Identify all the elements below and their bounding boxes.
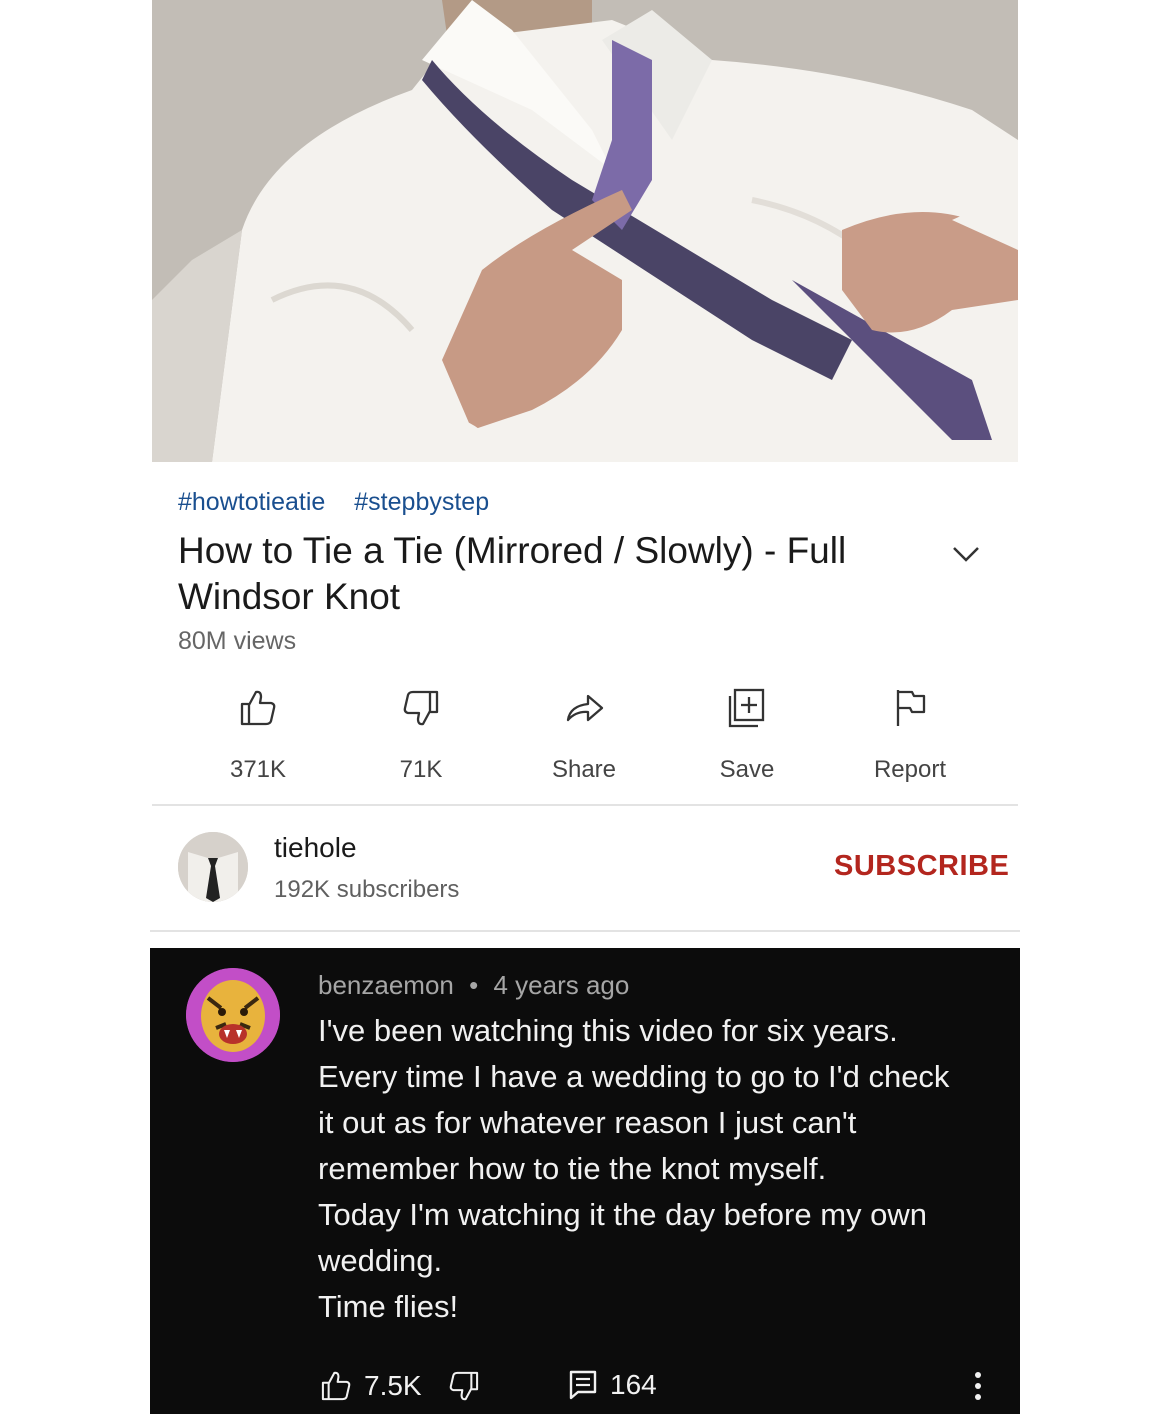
comment-like-button[interactable]: 7.5K xyxy=(318,1368,422,1404)
video-frame-illustration xyxy=(152,0,1018,462)
subscribe-button[interactable]: SUBSCRIBE xyxy=(834,850,1009,883)
commenter-avatar[interactable] xyxy=(186,968,280,1062)
view-count: 80M views xyxy=(178,627,297,655)
comment-line: wedding. xyxy=(318,1243,443,1278)
comment-line: it out as for whatever reason I just can… xyxy=(318,1105,857,1140)
comment-replies-button[interactable]: 164 xyxy=(566,1368,657,1402)
comment-card: benzaemon • 4 years ago I've been watchi… xyxy=(150,948,1020,1414)
hashtag-link[interactable]: #stepbystep xyxy=(354,488,489,516)
save-playlist-icon xyxy=(728,688,765,728)
page: #howtotieatie #stepbystep How to Tie a T… xyxy=(0,0,1170,1414)
flag-icon xyxy=(896,690,926,726)
comment-like-count: 7.5K xyxy=(364,1370,422,1401)
comment-time: 4 years ago xyxy=(493,970,630,1000)
divider xyxy=(150,930,1020,932)
divider xyxy=(152,804,1018,806)
tiger-avatar-icon xyxy=(186,968,280,1062)
comment-dislike-button[interactable] xyxy=(446,1368,482,1404)
channel-avatar[interactable] xyxy=(178,832,248,902)
report-label: Report xyxy=(873,756,947,783)
comment-line: I've been watching this video for six ye… xyxy=(318,1013,898,1048)
thumb-down-icon xyxy=(403,690,439,726)
share-label: Share xyxy=(551,756,617,783)
save-button[interactable]: Save xyxy=(667,686,827,784)
save-label: Save xyxy=(719,756,775,783)
video-title: How to Tie a Tie (Mirrored / Slowly) - F… xyxy=(178,530,847,617)
dislike-count: 71K xyxy=(399,756,443,783)
meta-separator: • xyxy=(469,970,479,1000)
dislike-button[interactable]: 71K xyxy=(341,686,501,784)
comment-author[interactable]: benzaemon xyxy=(318,970,454,1000)
comment-meta: benzaemon • 4 years ago xyxy=(318,970,629,1001)
comment-text: I've been watching this video for six ye… xyxy=(318,1008,998,1330)
comment-actions: 7.5K 164 xyxy=(318,1368,998,1404)
channel-name[interactable]: tiehole xyxy=(274,832,357,864)
hashtag-link[interactable]: #howtotieatie xyxy=(178,488,325,516)
thumb-up-icon xyxy=(321,1371,351,1401)
hashtags: #howtotieatie #stepbystep xyxy=(178,488,511,517)
video-player[interactable] xyxy=(152,0,1018,462)
tie-avatar-icon xyxy=(178,832,248,902)
comment-line: remember how to tie the knot myself. xyxy=(318,1151,827,1186)
thumb-down-icon xyxy=(449,1371,479,1401)
thumb-up-icon xyxy=(240,690,276,726)
comment-line: Every time I have a wedding to go to I'd… xyxy=(318,1059,950,1094)
comment-line: Time flies! xyxy=(318,1289,459,1324)
like-button[interactable]: 371K xyxy=(178,686,338,784)
more-options-icon[interactable] xyxy=(968,1368,988,1404)
share-button[interactable]: Share xyxy=(504,686,664,784)
report-button[interactable]: Report xyxy=(830,686,990,784)
action-bar: 371K 71K Share Save Report xyxy=(178,686,990,786)
reply-comment-icon xyxy=(569,1370,597,1400)
share-icon xyxy=(566,694,604,722)
comment-line: Today I'm watching it the day before my … xyxy=(318,1197,927,1232)
like-count: 371K xyxy=(229,756,287,783)
chevron-down-icon[interactable] xyxy=(948,538,984,568)
comment-reply-count: 164 xyxy=(610,1369,657,1400)
subscriber-count: 192K subscribers xyxy=(274,876,460,903)
